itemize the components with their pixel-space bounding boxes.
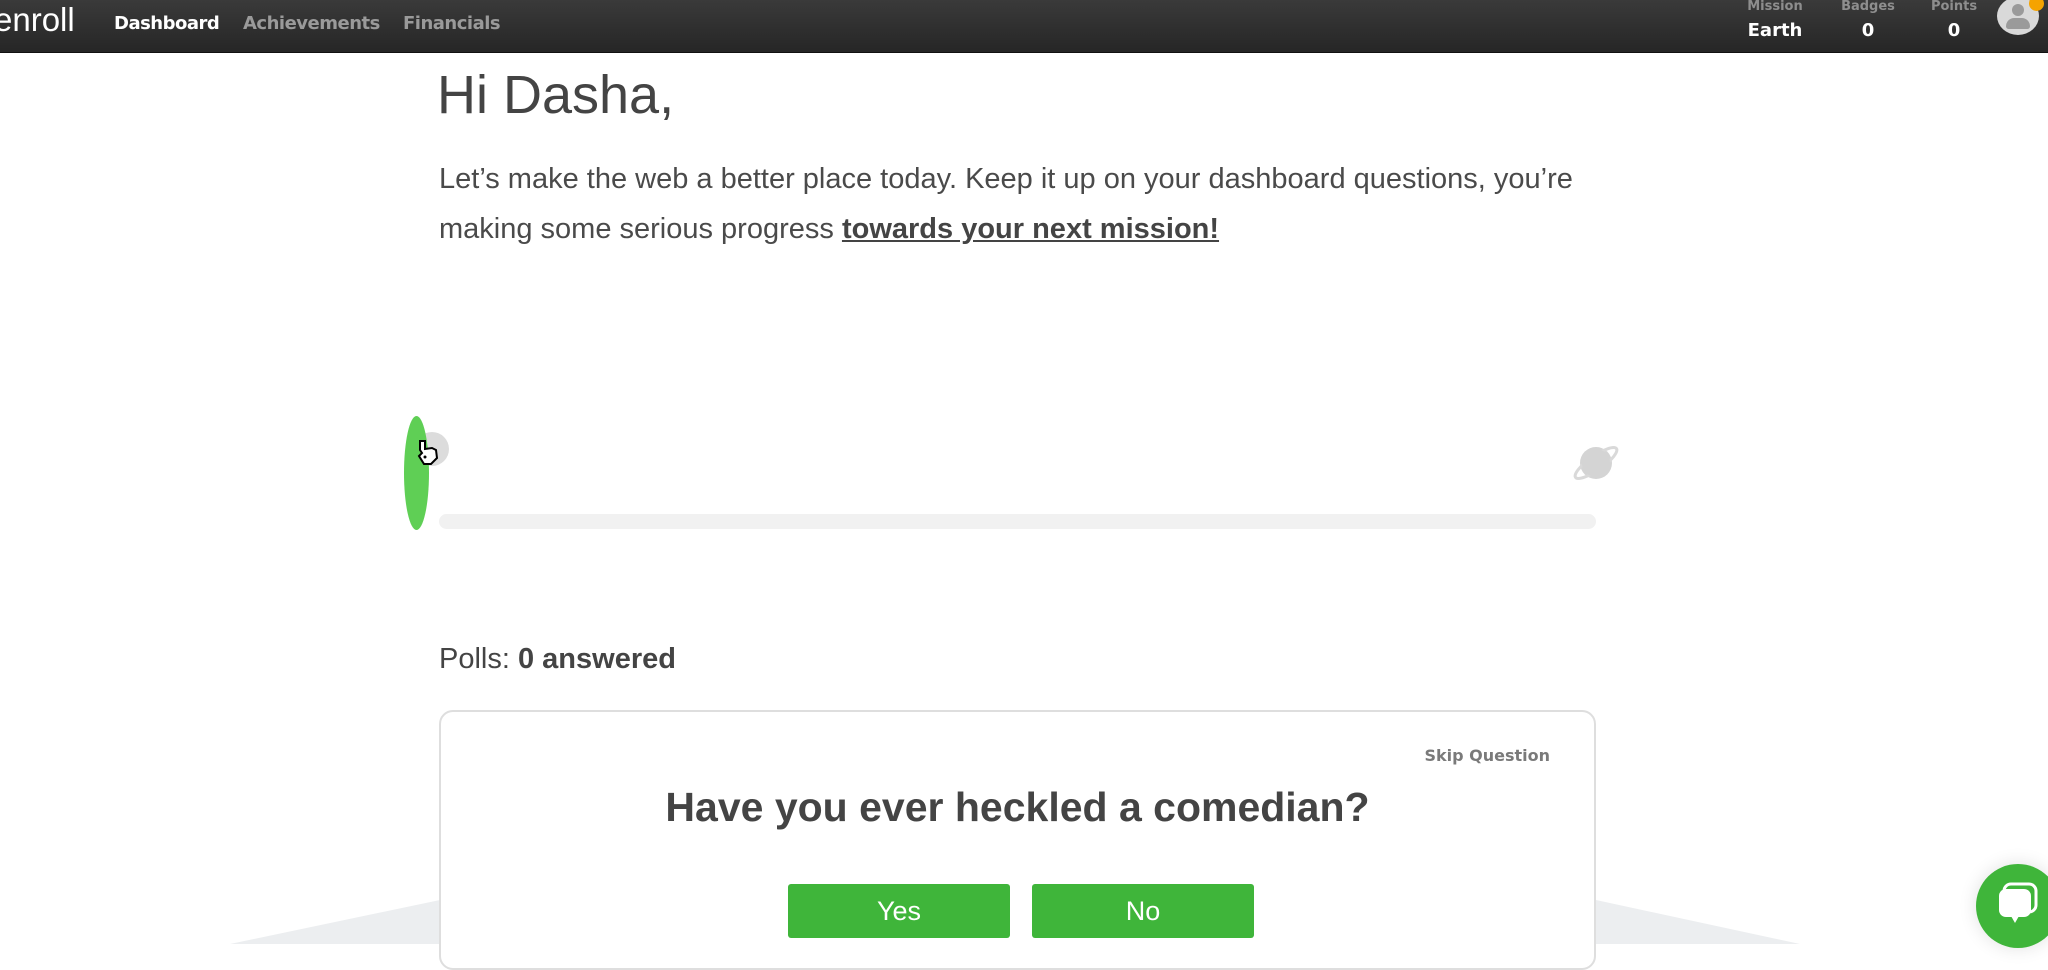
polls-count: Polls: 0 answered	[439, 643, 676, 676]
avatar-body-shape	[2006, 18, 2030, 29]
nav-item-achievements[interactable]: Achievements	[243, 13, 380, 34]
app-logo[interactable]: enroll	[0, 1, 75, 39]
stat-badges-value: 0	[1861, 20, 1875, 41]
stat-points-label: Points	[1930, 0, 1978, 14]
greeting-heading: Hi Dasha,	[437, 65, 675, 125]
stat-points-value: 0	[1947, 20, 1961, 41]
poll-question: Have you ever heckled a comedian?	[665, 784, 1370, 830]
stat-mission: Mission Earth	[1745, 0, 1805, 43]
stat-badges-label: Badges	[1841, 0, 1895, 14]
notification-dot	[2029, 0, 2044, 11]
poll-yes-button[interactable]: Yes	[788, 884, 1010, 938]
polls-label: Polls:	[439, 643, 510, 675]
top-nav-bar: enroll Dashboard Achievements Financials…	[0, 0, 2048, 53]
skip-question-button[interactable]: Skip Question	[1424, 746, 1550, 765]
nav-item-dashboard[interactable]: Dashboard	[114, 13, 220, 34]
polls-answered-count: 0 answered	[517, 643, 676, 675]
stat-points: Points 0	[1924, 0, 1984, 43]
stat-mission-label: Mission	[1747, 0, 1803, 14]
intro-text: Let’s make the web a better place today.…	[439, 154, 1619, 254]
avatar-head-shape	[2012, 4, 2024, 16]
planet-icon	[1573, 446, 1619, 480]
mission-progress-bar	[439, 514, 1596, 529]
nav-item-financials[interactable]: Financials	[403, 13, 501, 34]
stat-badges: Badges 0	[1838, 0, 1898, 43]
chat-bubble-icon	[1999, 882, 2038, 923]
next-mission-link[interactable]: towards your next mission!	[842, 213, 1219, 245]
poll-no-button[interactable]: No	[1032, 884, 1254, 938]
stat-mission-value: Earth	[1747, 20, 1803, 41]
cursor-highlight	[404, 416, 429, 530]
hand-cursor-icon	[417, 440, 439, 465]
poll-card: Skip Question Have you ever heckled a co…	[439, 710, 1596, 970]
